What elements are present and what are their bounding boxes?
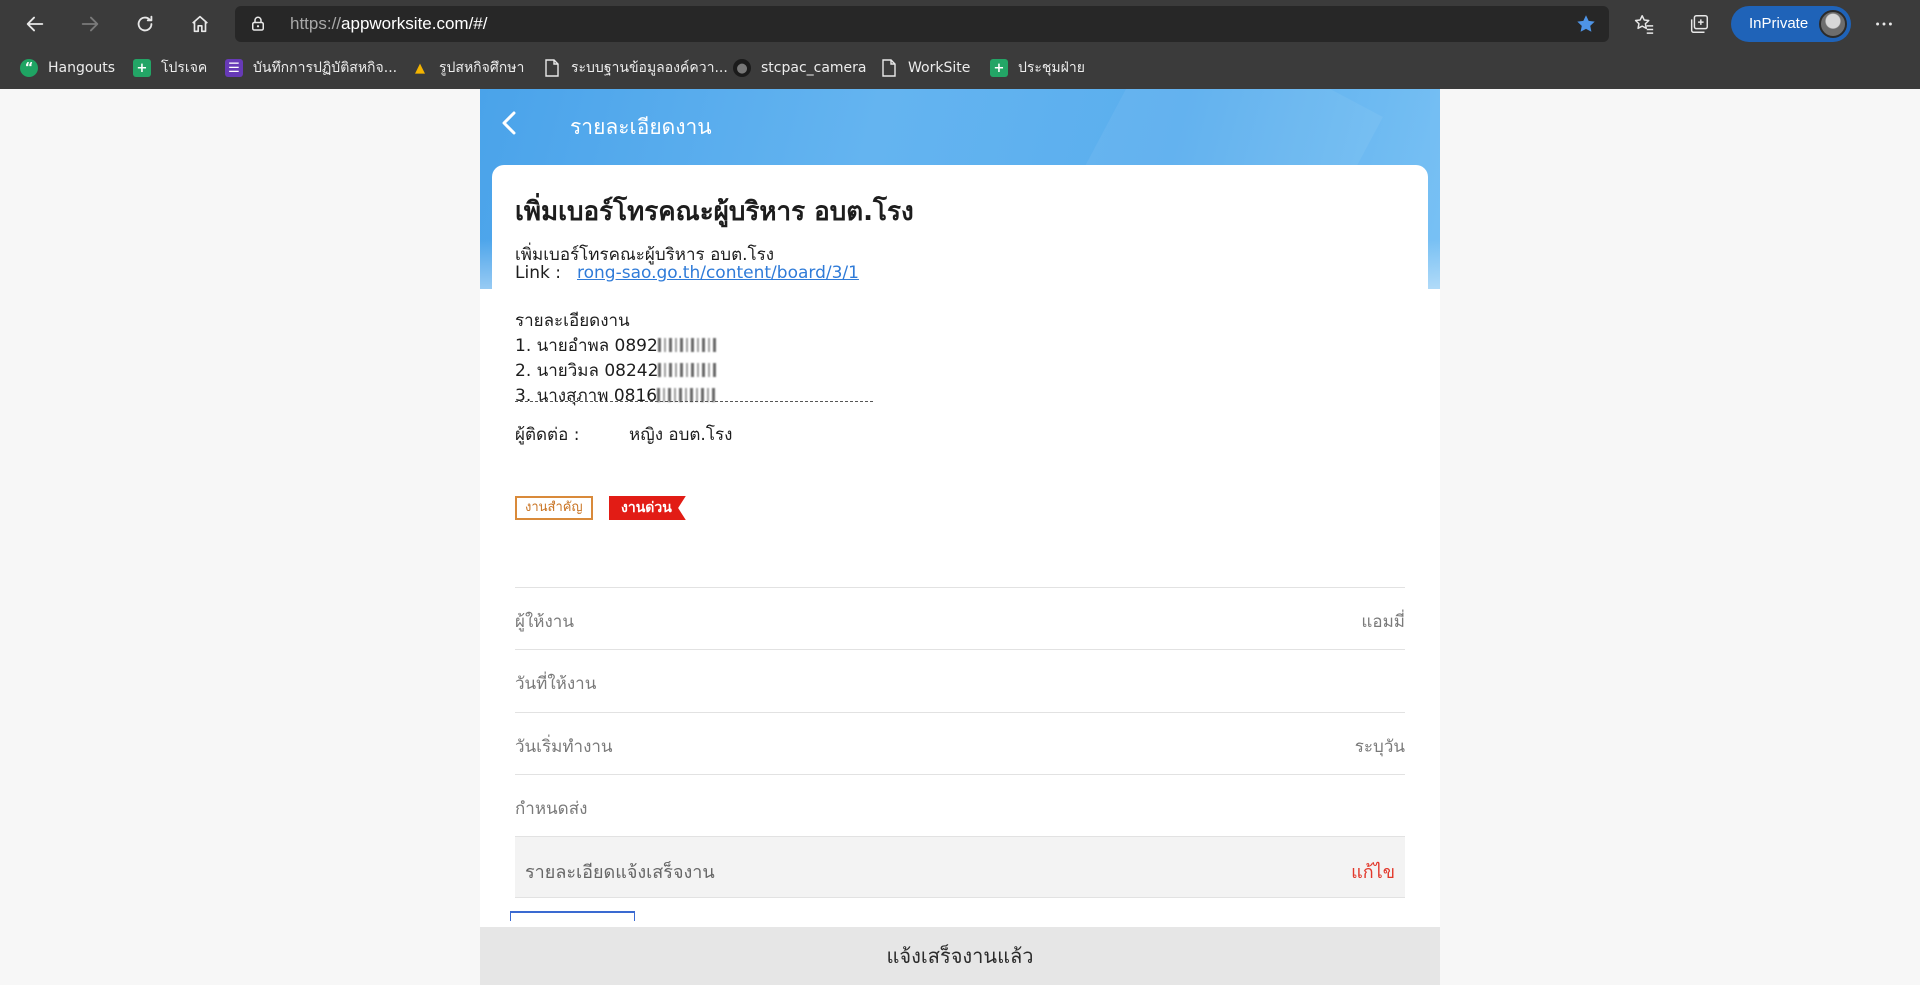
bookmark-label: บันทึกการปฏิบัติสหกิจ...	[253, 60, 398, 76]
bookmark-label: ระบบฐานข้อมูลองค์ควา...	[571, 60, 728, 76]
bookmark-label: รูปสหกิจศึกษา	[439, 60, 525, 76]
contact-value: หญิง อบต.โรง	[629, 425, 733, 445]
contact-label: ผู้ติดต่อ :	[515, 425, 580, 445]
inprivate-label: InPrivate	[1749, 15, 1809, 32]
lock-icon[interactable]	[249, 15, 267, 33]
details-heading: รายละเอียดงาน	[515, 311, 630, 331]
bookmark-item[interactable]: ▲ รูปสหกิจศึกษา	[411, 56, 524, 80]
profile-avatar	[1819, 10, 1847, 38]
collections-icon[interactable]	[1685, 10, 1713, 38]
drive-icon: ▲	[415, 60, 425, 76]
mark-complete-button[interactable]: แจ้งเสร็จงานแล้ว	[480, 927, 1440, 985]
bookmark-label: WorkSite	[908, 60, 971, 76]
job-detail-page: รายละเอียดงาน เพิ่มเบอร์โทรคณะผู้บริหาร …	[480, 89, 1440, 985]
favorite-star-icon[interactable]	[1575, 13, 1597, 35]
redacted-number	[658, 363, 717, 377]
more-menu-icon[interactable]	[1870, 10, 1898, 38]
page-icon	[543, 59, 561, 77]
job-card: เพิ่มเบอร์โทรคณะผู้บริหาร อบต.โรง เพิ่มเ…	[492, 165, 1428, 985]
bookmark-item[interactable]: WorkSite	[880, 56, 970, 80]
sheets-icon: +	[990, 59, 1008, 77]
completion-details-label: รายละเอียดแจ้งเสร็จงาน	[525, 862, 715, 883]
page-icon	[880, 59, 898, 77]
link-label: Link :	[515, 263, 561, 283]
bookmark-label: stcpac_camera	[761, 60, 867, 76]
inprivate-button[interactable]: InPrivate	[1731, 6, 1851, 42]
sheets-icon: +	[133, 59, 151, 77]
start-date-value[interactable]: ระบุวัน	[1355, 733, 1405, 760]
job-link[interactable]: rong-sao.go.th/content/board/3/1	[577, 263, 859, 283]
start-date-row[interactable]: วันเริ่มทำงาน ระบุวัน	[515, 712, 1405, 774]
edit-completion-button[interactable]: แก้ไข	[1351, 857, 1395, 886]
bookmark-item[interactable]: ● stcpac_camera	[733, 56, 867, 80]
back-icon[interactable]	[19, 8, 51, 40]
bookmark-item[interactable]: ระบบฐานข้อมูลองค์ควา...	[543, 56, 728, 80]
assigner-label: ผู้ให้งาน	[515, 612, 574, 632]
github-icon: ●	[733, 59, 751, 77]
assigned-date-row: วันที่ให้งาน	[515, 649, 1405, 711]
bookmark-item[interactable]: + ประชุมฝ่าย	[990, 56, 1085, 80]
due-date-row: กำหนดส่ง	[515, 774, 1405, 836]
bookmark-label: โปรเจค	[161, 60, 208, 76]
detail-line: 2. นายวิมล 08242	[515, 357, 717, 384]
bookmarks-bar: “ Hangouts + โปรเจค ☰ บันทึกการปฏิบัติสหกิจ..…	[0, 47, 1920, 89]
urgent-tag: งานด่วน	[609, 496, 686, 520]
bookmark-item[interactable]: “ Hangouts	[20, 56, 115, 80]
bookmark-label: ประชุมฝ่าย	[1018, 60, 1085, 76]
back-arrow-icon[interactable]	[494, 107, 526, 139]
bookmark-item[interactable]: + โปรเจค	[133, 56, 207, 80]
home-icon[interactable]	[184, 8, 216, 40]
forward-icon[interactable]	[74, 8, 106, 40]
redacted-number	[657, 338, 716, 352]
bookmark-label: Hangouts	[48, 60, 116, 76]
completion-details-row: รายละเอียดแจ้งเสร็จงาน แก้ไข	[515, 836, 1405, 898]
detail-line: 3. นางสุภาพ 0816	[515, 382, 716, 409]
job-title: เพิ่มเบอร์โทรคณะผู้บริหาร อบต.โรง	[515, 197, 914, 227]
hangouts-icon: “	[20, 59, 38, 77]
forms-icon: ☰	[225, 59, 243, 77]
url-text[interactable]: https://appworksite.com/#/	[290, 14, 487, 34]
assigned-date-label: วันที่ให้งาน	[515, 674, 597, 694]
due-date-label: กำหนดส่ง	[515, 799, 588, 819]
page-title: รายละเอียดงาน	[570, 115, 712, 139]
browser-toolbar: https://appworksite.com/#/ InPrivate	[0, 0, 1920, 47]
redacted-number	[657, 388, 716, 402]
focused-input-outline[interactable]	[510, 911, 635, 921]
bookmark-item[interactable]: ☰ บันทึกการปฏิบัติสหกิจ...	[225, 56, 397, 80]
important-tag: งานสำคัญ	[515, 496, 593, 520]
dashed-divider	[515, 401, 873, 402]
assigner-row: ผู้ให้งาน แอมมี่	[515, 587, 1405, 649]
address-bar[interactable]: https://appworksite.com/#/	[235, 6, 1609, 42]
assigner-value: แอมมี่	[1361, 612, 1405, 632]
reload-icon[interactable]	[129, 8, 161, 40]
detail-line: 1. นายอำพล 0892	[515, 332, 716, 359]
start-date-label: วันเริ่มทำงาน	[515, 737, 613, 757]
favorites-icon[interactable]	[1630, 10, 1658, 38]
